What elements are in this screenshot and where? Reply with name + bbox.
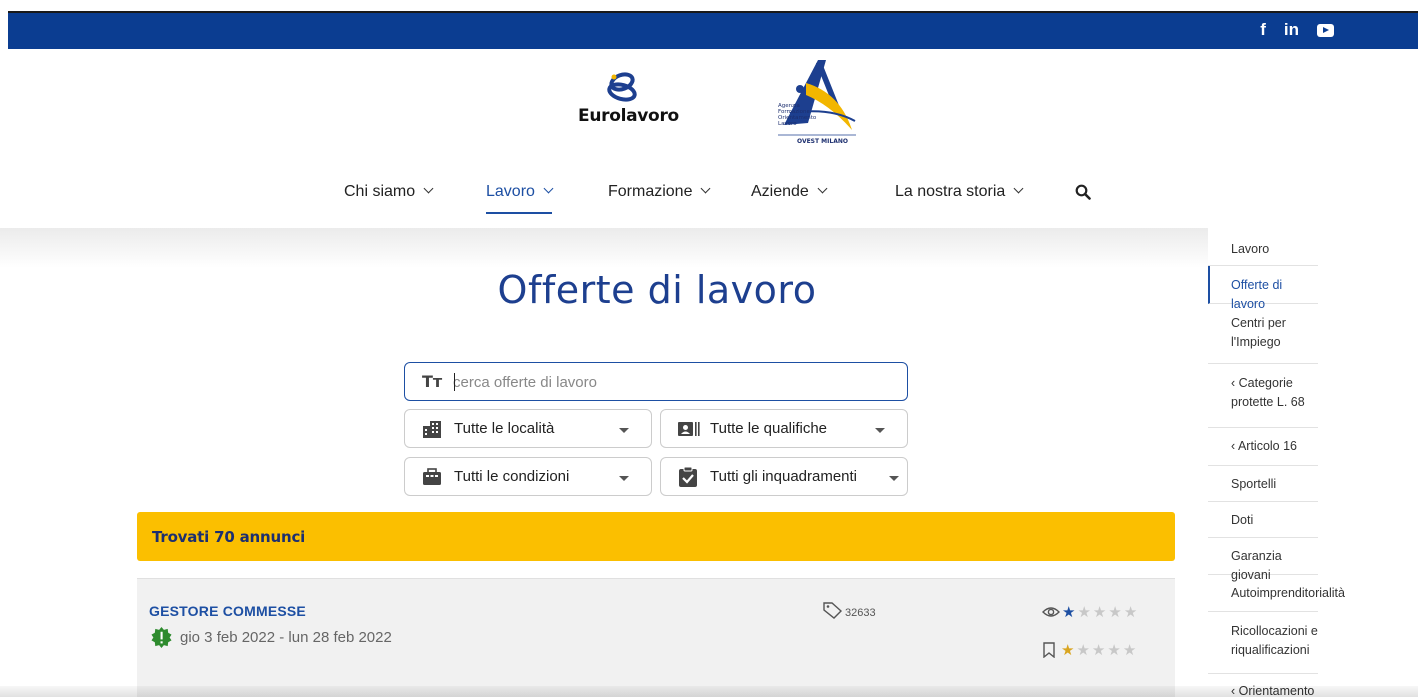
conditions-dropdown[interactable]: Tutti le condizioni bbox=[404, 457, 652, 496]
caret-down-icon bbox=[619, 476, 629, 481]
classification-dropdown[interactable]: Tutti gli inquadramenti bbox=[660, 457, 908, 496]
text-type-icon: Tт bbox=[422, 372, 443, 391]
nav-item-lavoro[interactable]: Lavoro bbox=[486, 183, 554, 214]
location-dropdown[interactable]: Tutte le località bbox=[404, 409, 652, 448]
star-icon: ★ bbox=[1122, 641, 1137, 659]
nav-item-chi-siamo[interactable]: Chi siamo bbox=[344, 183, 434, 201]
job-dates: gio 3 feb 2022 - lun 28 feb 2022 bbox=[151, 627, 392, 648]
views-rating[interactable]: ★ ★ ★ ★ ★ bbox=[1042, 604, 1137, 620]
chevron-down-icon bbox=[1013, 183, 1024, 194]
sidebar-item-lavoro[interactable]: Lavoro bbox=[1208, 230, 1318, 266]
chevron-down-icon bbox=[423, 183, 434, 194]
sidebar-item-sportelli[interactable]: Sportelli bbox=[1208, 466, 1318, 502]
eurolavoro-logo[interactable]: Eurolavoro bbox=[578, 70, 690, 130]
sidebar-item-ricollocazioni[interactable]: Ricollocazioni e riqualificazioni bbox=[1208, 612, 1318, 674]
afol-logo[interactable]: Agenzia Formazione Orientamento Lavoro O… bbox=[770, 55, 870, 150]
top-bar: f in bbox=[8, 13, 1418, 49]
sidebar-item-garanzia-giovani[interactable]: Garanzia giovani bbox=[1208, 538, 1318, 582]
facebook-icon[interactable]: f bbox=[1260, 20, 1266, 40]
caret-down-icon bbox=[889, 476, 899, 481]
caret-down-icon bbox=[619, 428, 629, 433]
eye-icon bbox=[1042, 607, 1060, 617]
text-caret bbox=[454, 373, 455, 391]
star-icon: ★ bbox=[1077, 603, 1091, 621]
sidebar-item-doti[interactable]: Doti bbox=[1208, 502, 1318, 538]
business-icon bbox=[423, 468, 441, 485]
sidebar-item-autoimprenditorialita[interactable]: Autoimprenditorialità bbox=[1208, 575, 1345, 612]
nav-active-underline bbox=[486, 212, 552, 214]
job-title[interactable]: GESTORE COMMESSE bbox=[149, 603, 306, 619]
social-links: f in bbox=[1260, 20, 1334, 40]
sidebar-item-centri-per-impiego[interactable]: Centri per l'Impiego bbox=[1208, 304, 1318, 364]
sidebar-item-articolo-16[interactable]: ‹ Articolo 16 bbox=[1208, 428, 1318, 466]
qualification-dropdown[interactable]: Tutte le qualifiche bbox=[660, 409, 908, 448]
afol-name: Agenzia Formazione Orientamento Lavoro bbox=[778, 103, 817, 127]
linkedin-icon[interactable]: in bbox=[1284, 20, 1299, 40]
eurolavoro-symbol-icon bbox=[607, 72, 637, 102]
star-icon: ★ bbox=[1076, 641, 1090, 659]
main-nav: Chi siamo Lavoro Formazione Aziende La n… bbox=[0, 183, 1418, 215]
top-strip bbox=[0, 0, 1418, 11]
search-box[interactable]: Tт bbox=[404, 362, 908, 401]
new-badge-icon bbox=[151, 627, 172, 648]
nav-item-aziende[interactable]: Aziende bbox=[751, 183, 828, 201]
results-count: Trovati 70 annunci bbox=[152, 528, 306, 546]
conditions-dropdown-label: Tutti le condizioni bbox=[454, 468, 570, 485]
job-tag-number: 32633 bbox=[845, 607, 876, 619]
job-date-range: gio 3 feb 2022 - lun 28 feb 2022 bbox=[180, 629, 392, 646]
chevron-down-icon bbox=[701, 183, 711, 194]
job-card[interactable]: GESTORE COMMESSE gio 3 feb 2022 - lun 28… bbox=[137, 578, 1175, 697]
buildings-icon bbox=[423, 421, 441, 438]
chevron-down-icon bbox=[817, 183, 828, 194]
tag-icon bbox=[823, 602, 843, 619]
location-dropdown-label: Tutte le località bbox=[454, 420, 555, 437]
youtube-icon[interactable] bbox=[1317, 23, 1334, 37]
clipboard-check-icon bbox=[679, 467, 697, 487]
star-icon: ★ bbox=[1108, 603, 1122, 621]
bookmark-icon bbox=[1043, 642, 1055, 658]
search-input[interactable] bbox=[453, 371, 893, 393]
results-bar: Trovati 70 annunci bbox=[137, 512, 1175, 561]
search-icon[interactable] bbox=[1075, 184, 1091, 200]
nav-item-formazione[interactable]: Formazione bbox=[608, 183, 711, 201]
star-icon: ★ bbox=[1092, 603, 1107, 621]
classification-dropdown-label: Tutti gli inquadramenti bbox=[710, 468, 858, 485]
afol-subtitle: OVEST MILANO bbox=[797, 138, 848, 145]
nav-item-la-nostra-storia[interactable]: La nostra storia bbox=[895, 183, 1024, 201]
star-icon: ★ bbox=[1061, 641, 1075, 659]
star-icon: ★ bbox=[1062, 603, 1076, 621]
star-icon: ★ bbox=[1107, 641, 1121, 659]
sidebar-item-categorie-protette[interactable]: ‹ Categorie protette L. 68 bbox=[1208, 364, 1318, 428]
star-icon: ★ bbox=[1123, 603, 1138, 621]
chevron-down-icon bbox=[543, 183, 554, 194]
caret-down-icon bbox=[875, 428, 885, 433]
page-title: Offerte di lavoro bbox=[497, 268, 817, 312]
qualification-dropdown-label: Tutte le qualifiche bbox=[710, 420, 828, 437]
eurolavoro-wordmark: Eurolavoro bbox=[578, 106, 679, 126]
star-icon: ★ bbox=[1091, 641, 1106, 659]
bottom-shadow bbox=[0, 686, 1418, 697]
header-shadow bbox=[0, 228, 1208, 268]
saved-rating[interactable]: ★ ★ ★ ★ ★ bbox=[1042, 642, 1136, 658]
id-card-icon bbox=[678, 422, 700, 436]
job-tag: 32633 bbox=[823, 601, 876, 619]
